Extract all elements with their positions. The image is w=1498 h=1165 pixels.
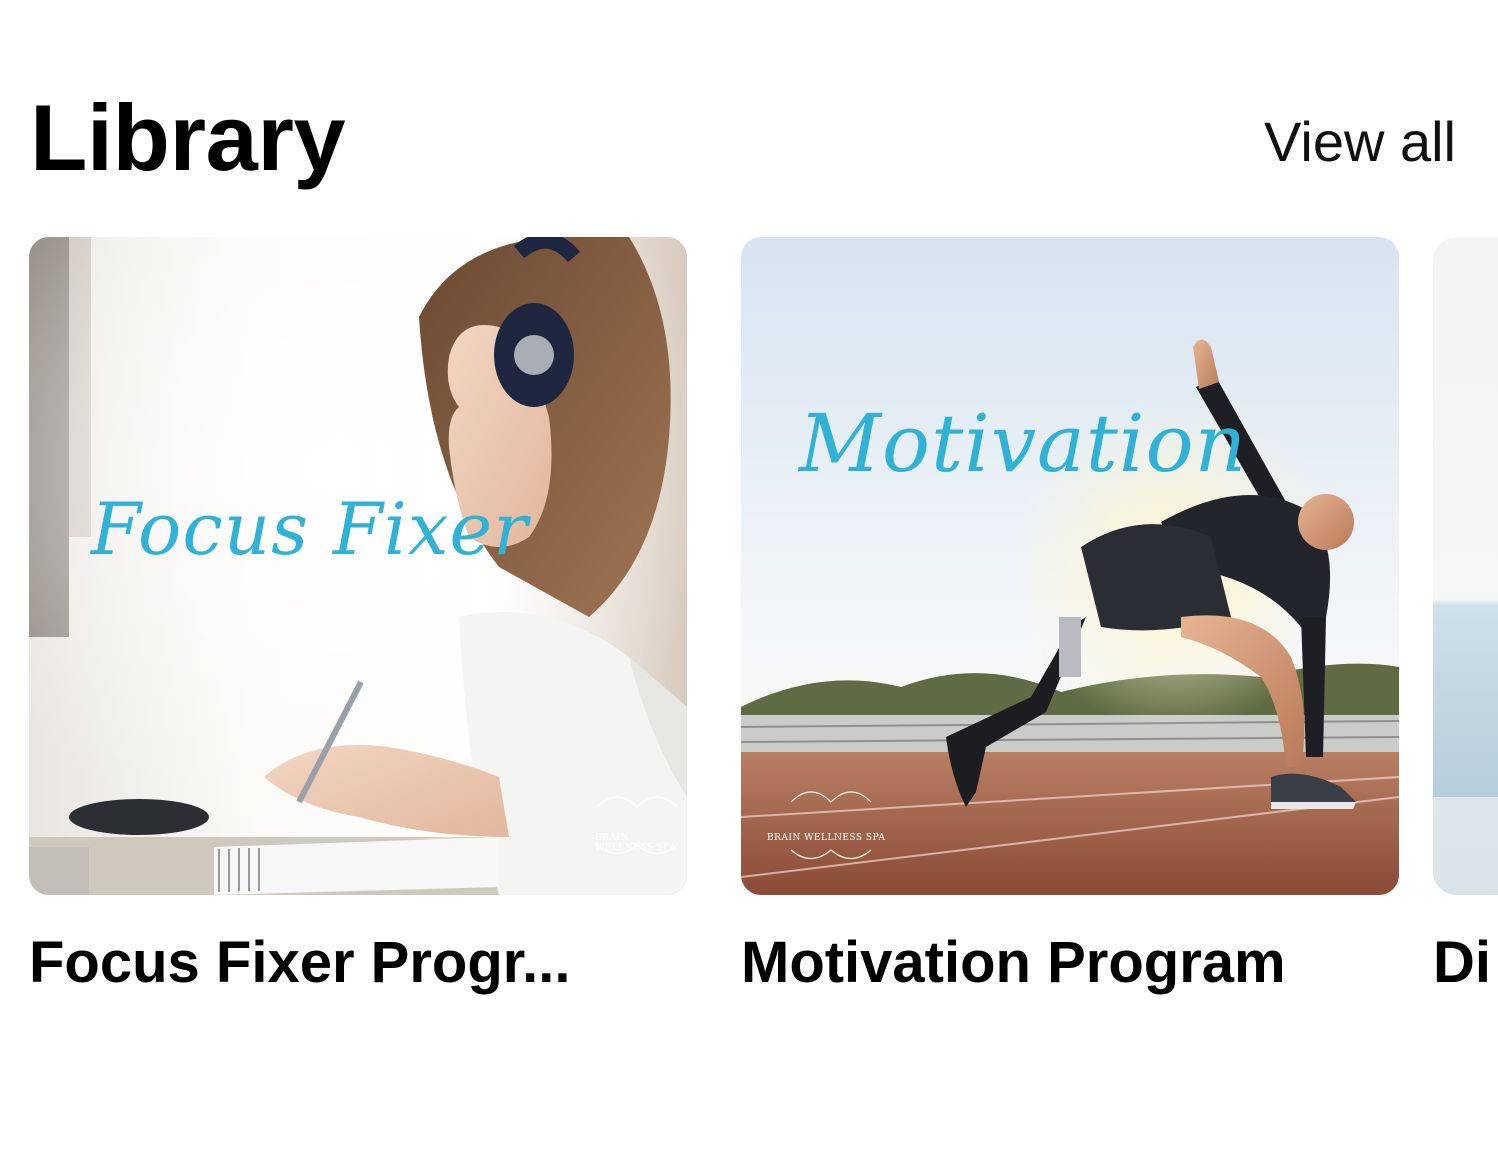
card-art-text: Focus Fixer [91,487,529,571]
brand-logo-text: BRAIN WELLNESS SPA [767,833,886,843]
card-title[interactable]: Di [1433,931,1498,995]
card-title[interactable]: Focus Fixer Progr... [29,931,609,995]
brand-logo-text: BRAIN WELLNESS SPA [595,833,677,853]
view-all-link[interactable]: View all [1264,106,1456,170]
program-thumbnail[interactable] [1433,237,1498,895]
program-thumbnail[interactable]: Motivation BRAIN WELLNESS SPA [741,237,1399,895]
card-title[interactable]: Motivation Program [741,931,1399,995]
page-title: Library [30,85,346,190]
partial-card-artwork [1433,237,1498,895]
card-art-text: Motivation [799,397,1248,490]
library-header: Library View all [30,78,1456,198]
program-card-focus-fixer[interactable]: Focus Fixer BRAIN WELLNESS SPA Focus Fix… [29,237,687,995]
program-card-motivation[interactable]: Motivation BRAIN WELLNESS SPA Motivation… [741,237,1399,995]
motivation-artwork [741,237,1399,895]
program-card-partial[interactable]: Di [1433,237,1498,995]
library-screen: Library View all Focus Fixer BRAIN WELLN… [0,0,1498,1165]
program-thumbnail[interactable]: Focus Fixer BRAIN WELLNESS SPA [29,237,687,895]
